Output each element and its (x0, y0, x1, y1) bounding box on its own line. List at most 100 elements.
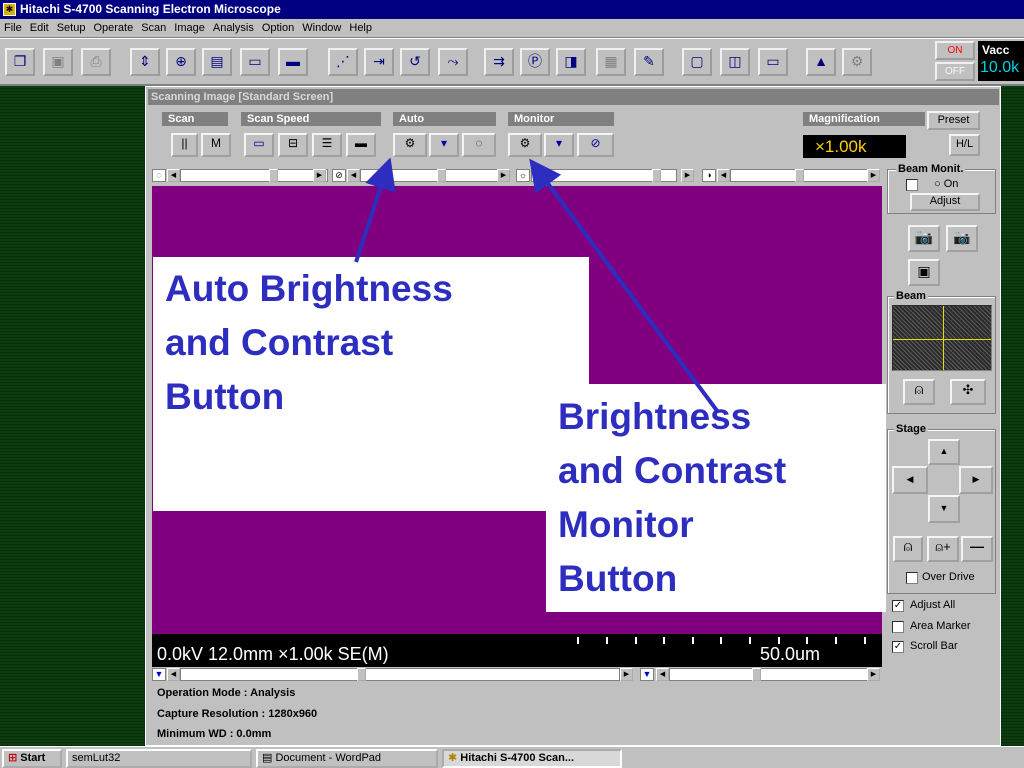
menu-help[interactable]: Help (345, 19, 376, 38)
gamma-slider-left-arrow[interactable]: ◀ (717, 169, 730, 182)
contrast-slider-thumb[interactable] (269, 169, 278, 182)
stage-minus-button[interactable]: — (961, 536, 993, 562)
stage-right-button[interactable]: ▶ (959, 466, 993, 494)
hv-off-button[interactable]: OFF (935, 62, 975, 81)
focus-slider[interactable] (180, 668, 620, 681)
contrast-slider[interactable] (180, 169, 328, 182)
stage-down-button[interactable]: ▼ (928, 495, 960, 523)
mouse-button[interactable]: ⍝ (903, 379, 935, 405)
save-icon[interactable]: ▣ (43, 48, 73, 76)
taskbar-item-hitachi[interactable]: ✱ Hitachi S-4700 Scan... (442, 749, 622, 768)
scan-rotation-icon[interactable]: ⋰ (328, 48, 358, 76)
brightness-slider-left-arrow[interactable]: ◀ (347, 169, 360, 182)
auto-brightness-contrast-button[interactable]: ⚙ (393, 133, 427, 157)
fine-focus-slider-thumb[interactable] (752, 668, 761, 681)
stage-mouse-plus-button[interactable]: ⍝+ (927, 536, 959, 562)
gamma-slider[interactable] (730, 169, 880, 182)
auto-focus-button[interactable]: ▾ (429, 133, 459, 157)
menu-file[interactable]: File (0, 19, 26, 38)
split-screen-icon[interactable]: ▭ (240, 48, 270, 76)
scan-speed-4-button[interactable]: ▬ (346, 133, 376, 157)
full-window-icon[interactable]: ▭ (758, 48, 788, 76)
window-icon[interactable]: ❐ (5, 48, 35, 76)
scale-tick (692, 637, 694, 644)
area-marker-checkbox[interactable] (892, 621, 904, 633)
adjust-all-checkbox[interactable]: ✓ (892, 600, 904, 612)
menu-image[interactable]: Image (170, 19, 209, 38)
hl-button[interactable]: H/L (949, 134, 980, 156)
contrast-slider-right-arrow[interactable]: ▶ (313, 169, 326, 182)
crosshair-icon[interactable]: ⊕ (166, 48, 196, 76)
brightness-slider-thumb[interactable] (437, 169, 446, 182)
stage-up-button[interactable]: ▲ (928, 439, 960, 465)
beam-crosshair-vertical (943, 306, 944, 370)
mix-signal-icon[interactable]: ◨ (556, 48, 586, 76)
hv-on-button[interactable]: ON (935, 41, 975, 60)
auto-stigma-button[interactable]: ◌ (462, 133, 496, 157)
beam-alignment-display[interactable] (892, 305, 992, 371)
monitor-focus-button[interactable]: ▾ (544, 133, 574, 157)
pci-icon[interactable]: ⚙ (842, 48, 872, 76)
histogram-icon[interactable]: ▲ (806, 48, 836, 76)
focus-slider-left-arrow[interactable]: ◀ (167, 668, 180, 681)
focus-slider-thumb[interactable] (357, 668, 366, 681)
stigma-icon[interactable]: ⇥ (364, 48, 394, 76)
window-layout-icon[interactable]: ▢ (682, 48, 712, 76)
menu-scan[interactable]: Scan (137, 19, 170, 38)
fine-focus-slider-left-arrow[interactable]: ◀ (656, 668, 669, 681)
focus-icon[interactable]: ⇕ (130, 48, 160, 76)
move-arrows-button[interactable]: ✣ (950, 379, 986, 405)
beam-monit-checkbox[interactable] (906, 179, 918, 191)
menu-operate[interactable]: Operate (89, 19, 137, 38)
p-signal-icon[interactable]: Ⓟ (520, 48, 550, 76)
taskbar-item-wordpad[interactable]: ▤ Document - WordPad (256, 749, 438, 768)
menu-edit[interactable]: Edit (26, 19, 53, 38)
align-icon[interactable]: ↺ (400, 48, 430, 76)
scroll-bar-checkbox[interactable]: ✓ (892, 641, 904, 653)
menu-option[interactable]: Option (258, 19, 298, 38)
fine-focus-slider-right-arrow[interactable]: ▶ (867, 668, 880, 681)
display-mode-icon[interactable]: ▤ (202, 48, 232, 76)
sun-slider-right-arrow[interactable]: ▶ (681, 169, 694, 182)
beam-monit-on-radio[interactable]: ○ On (934, 178, 958, 190)
camera-disabled-button[interactable]: 📷 (946, 225, 978, 252)
contrast-slider-left-arrow[interactable]: ◀ (167, 169, 180, 182)
brightness-slider[interactable] (360, 169, 510, 182)
image-capture-button[interactable]: ▣ (908, 259, 940, 286)
taskbar-item-semlut32[interactable]: semLut32 (66, 749, 252, 768)
stage-mouse-button[interactable]: ⍝ (893, 536, 923, 562)
monitor-stigma-button[interactable]: ⊘ (577, 133, 614, 157)
dual-window-icon[interactable]: ◫ (720, 48, 750, 76)
memory-button[interactable]: M (201, 133, 231, 157)
over-drive-checkbox[interactable] (906, 572, 918, 584)
print-icon[interactable]: ⎙ (81, 48, 111, 76)
monitor-brightness-contrast-button[interactable]: ⚙ (508, 133, 542, 157)
data-display-icon[interactable]: ▬ (278, 48, 308, 76)
tilt-icon[interactable]: ⤳ (438, 48, 468, 76)
menu-setup[interactable]: Setup (53, 19, 90, 38)
gamma-slider-thumb[interactable] (795, 169, 804, 182)
stage-left-button[interactable]: ◀ (892, 466, 928, 494)
edit-icon[interactable]: ✎ (634, 48, 664, 76)
sun-slider-thumb[interactable] (652, 169, 661, 182)
camera-button[interactable]: 📷 (908, 225, 940, 252)
preset-button[interactable]: Preset (927, 111, 980, 130)
scan-speed-3-button[interactable]: ☰ (312, 133, 342, 157)
area-marker-label: Area Marker (910, 620, 971, 632)
scale-tick (577, 637, 579, 644)
beam-monit-adjust-button[interactable]: Adjust (910, 193, 980, 211)
menu-window[interactable]: Window (298, 19, 345, 38)
detector-icon[interactable]: ⇉ (484, 48, 514, 76)
merge-icon[interactable]: ▦ (596, 48, 626, 76)
scan-speed-2-button[interactable]: ⊟ (278, 133, 308, 157)
fine-focus-slider[interactable] (669, 668, 869, 681)
focus-slider-right-arrow[interactable]: ▶ (620, 668, 633, 681)
gamma-slider-right-arrow[interactable]: ▶ (867, 169, 880, 182)
sun-slider[interactable] (531, 169, 677, 182)
brightness-slider-right-arrow[interactable]: ▶ (497, 169, 510, 182)
start-button[interactable]: ⊞ Start (2, 749, 62, 768)
freeze-button[interactable]: || (171, 133, 198, 157)
scan-speed-1-button[interactable]: ▭ (244, 133, 274, 157)
menu-analysis[interactable]: Analysis (209, 19, 258, 38)
monitor-bc-callout-line: and Contrast (558, 450, 787, 491)
